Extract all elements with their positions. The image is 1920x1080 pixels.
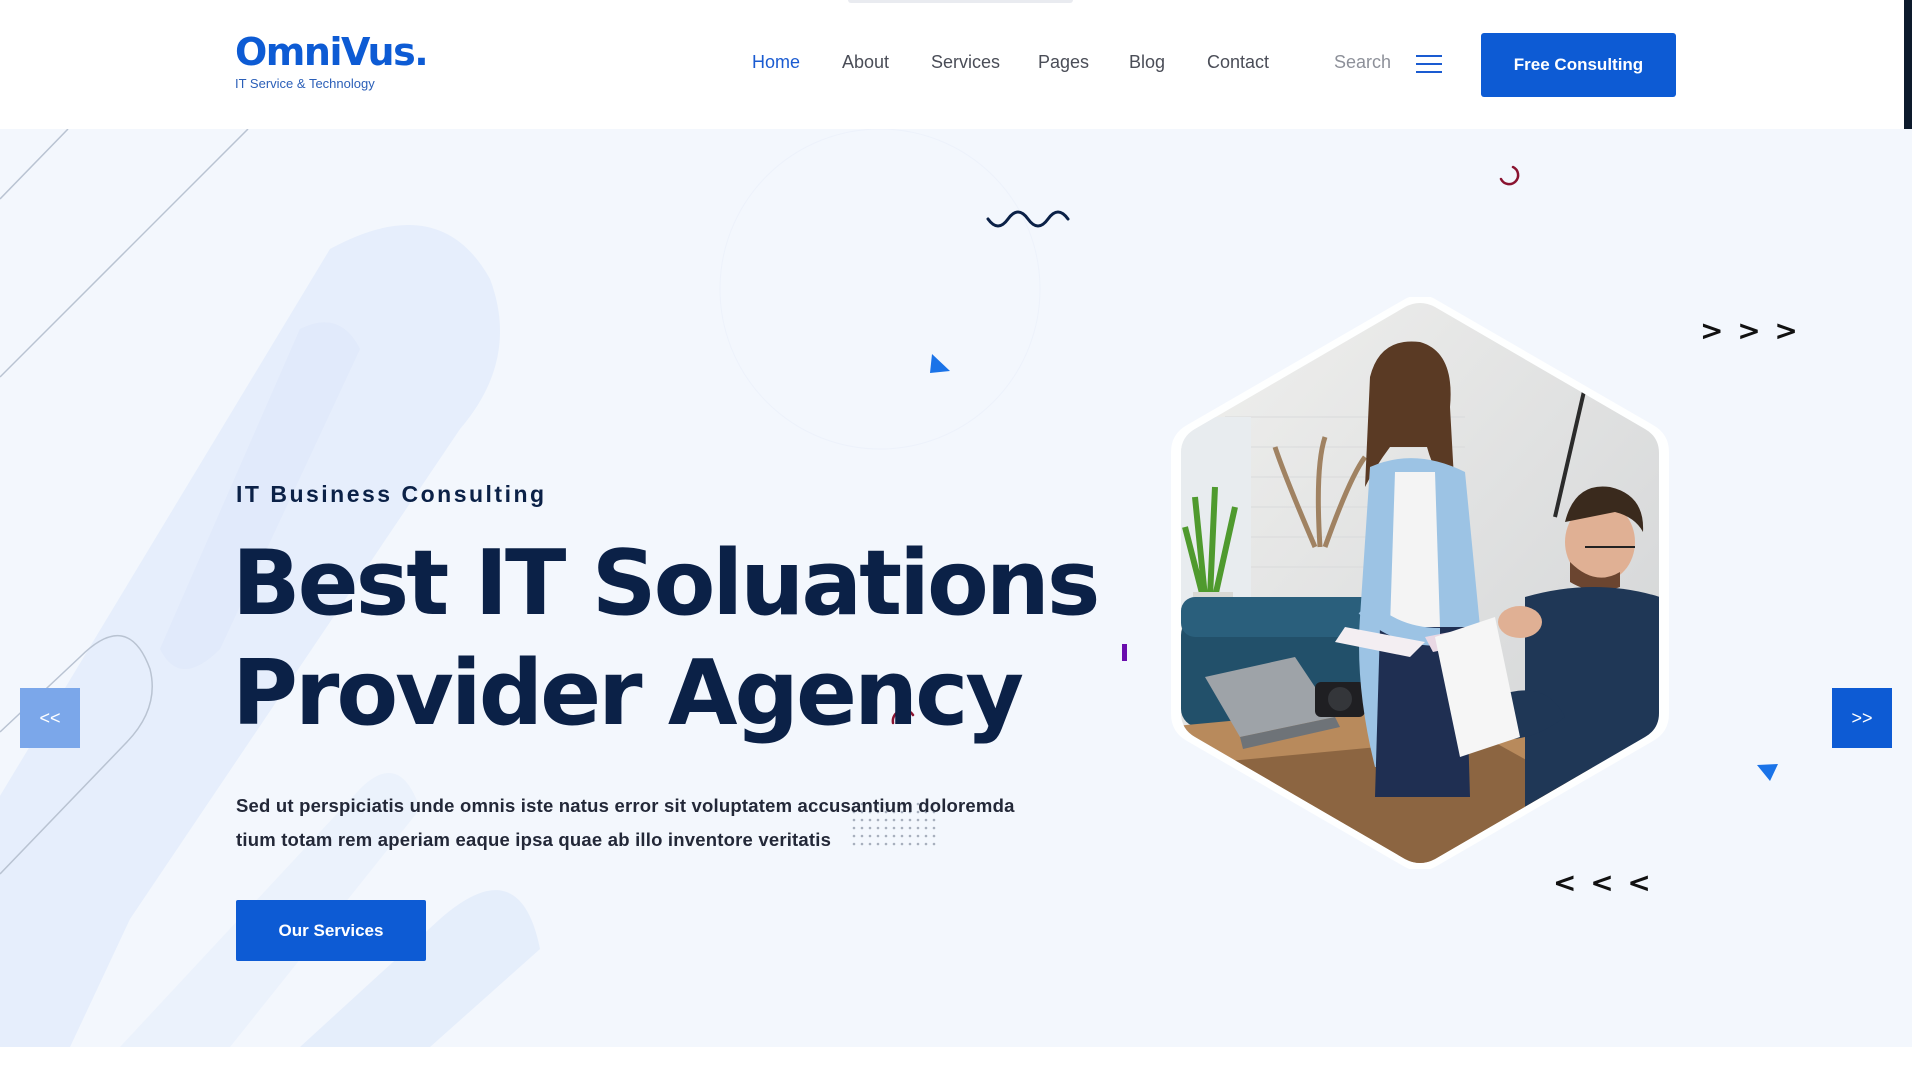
chevrons-right-decoration: > > > [1700,314,1800,347]
nav-blog[interactable]: Blog [1129,52,1165,73]
search-input[interactable]: Search [1334,52,1391,73]
our-services-button[interactable]: Our Services [236,900,426,961]
nav-about[interactable]: About [842,52,889,73]
nav-services[interactable]: Services [931,52,1000,73]
nav-contact[interactable]: Contact [1207,52,1269,73]
site-header: OmniVus. IT Service & Technology Home Ab… [0,0,1912,129]
chevrons-left-decoration: < < < [1553,866,1653,899]
hero-image [1171,297,1669,869]
logo-wordmark[interactable]: OmniVus. [235,30,429,74]
hero-headline-line1: Best IT Soluations [232,531,1100,636]
hamburger-icon[interactable] [1416,55,1442,75]
top-pill-decoration [848,0,1073,3]
hero-tagline: IT Business Consulting [236,481,547,507]
hero-description: Sed ut perspiciatis unde omnis iste natu… [236,795,1015,850]
hero-headline: Best IT Soluations Provider Agency [232,529,1132,749]
next-section [0,1047,1920,1080]
logo[interactable]: OmniVus. IT Service & Technology [235,30,429,91]
slider-next-button[interactable]: >> [1832,688,1892,748]
free-consulting-button[interactable]: Free Consulting [1481,33,1676,97]
slider-prev-button[interactable]: << [20,688,80,748]
logo-tagline: IT Service & Technology [235,76,375,91]
hero-section: IT Business Consulting Best IT Soluation… [0,129,1912,1047]
nav-pages[interactable]: Pages [1038,52,1089,73]
hero-headline-line2: Provider Agency [232,641,1024,746]
nav-home[interactable]: Home [752,52,800,73]
scrollbar[interactable] [1904,0,1912,129]
